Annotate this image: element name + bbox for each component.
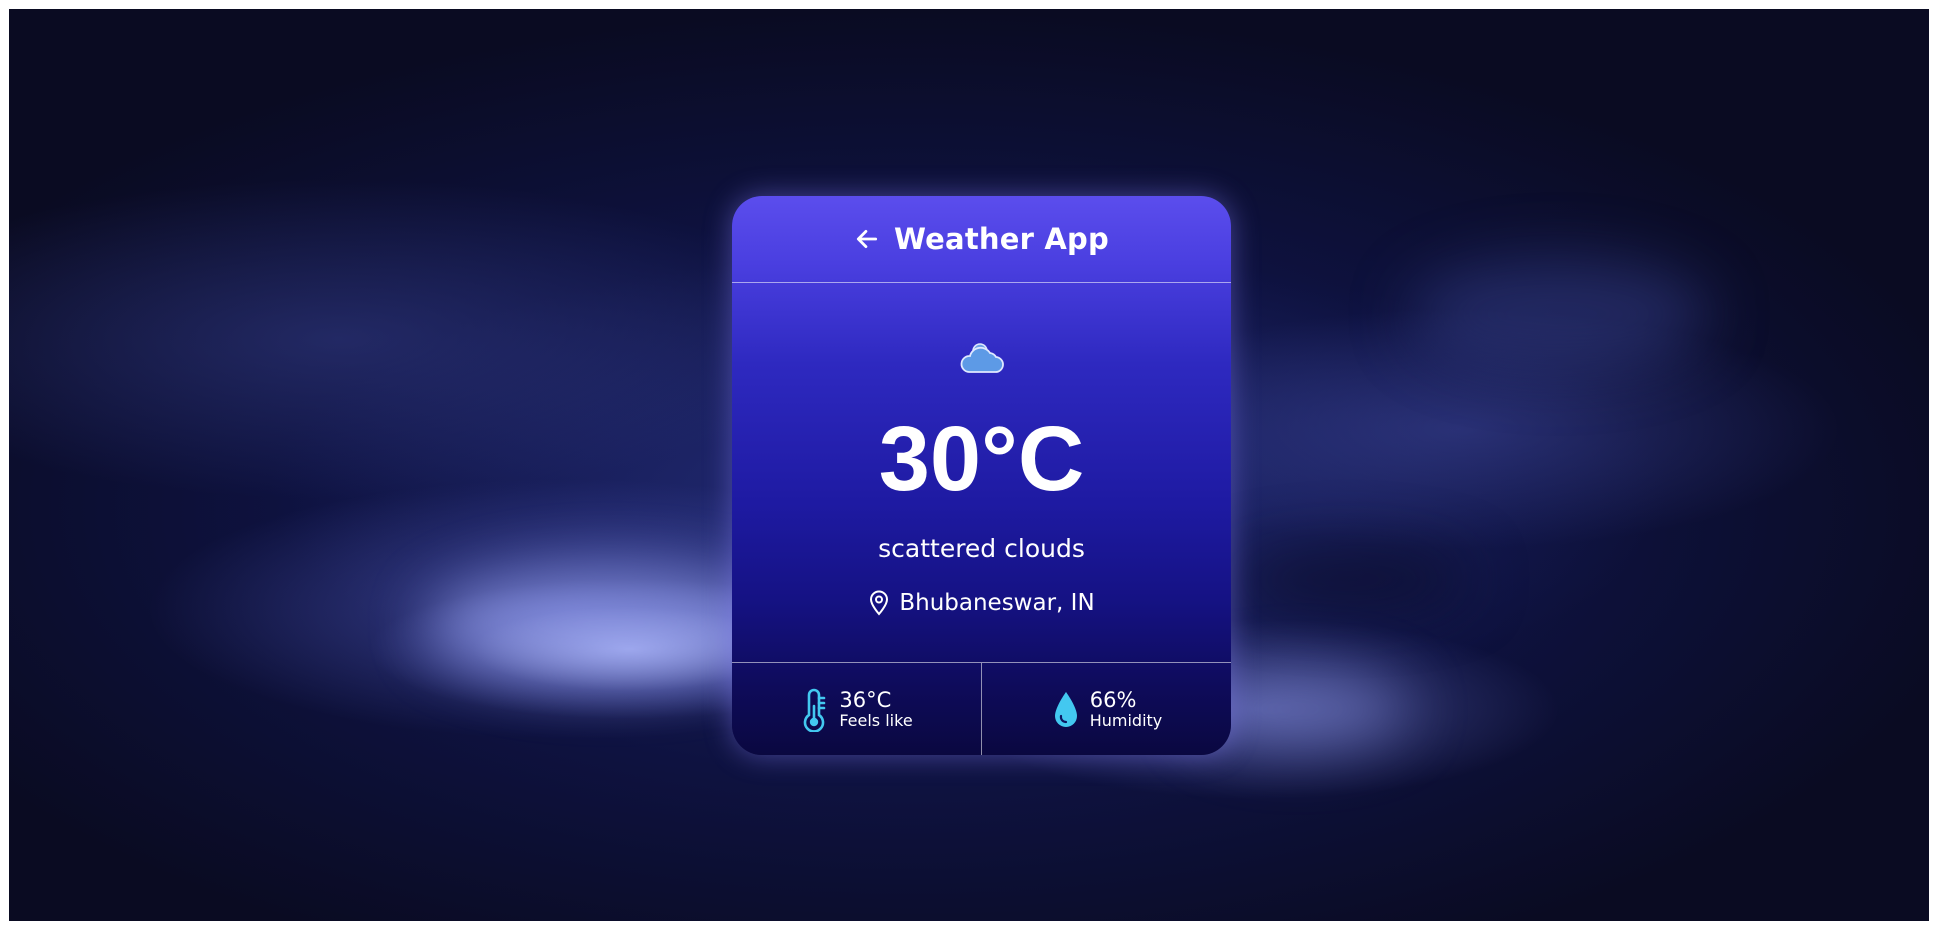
stormy-sky-background: Weather App 30°C scattered clouds Bhuban… xyxy=(9,9,1929,921)
weather-stats: 36°C Feels like 66% Humidity xyxy=(732,662,1231,755)
map-pin-icon xyxy=(868,590,890,616)
feels-like-value: 36°C xyxy=(839,687,892,712)
humidity-value: 66% xyxy=(1089,687,1137,712)
dark-cloud xyxy=(1229,549,1469,609)
feels-like-label: Feels like xyxy=(839,710,913,730)
app-title: Weather App xyxy=(894,222,1109,256)
feels-like-stat: 36°C Feels like xyxy=(732,663,981,755)
arrow-left-icon[interactable] xyxy=(854,226,880,252)
card-header: Weather App xyxy=(732,196,1231,283)
temperature-value: 30°C xyxy=(878,408,1085,510)
cloud-icon xyxy=(959,336,1005,378)
humidity-stat: 66% Humidity xyxy=(981,663,1231,755)
droplet-icon xyxy=(1051,688,1081,732)
thermometer-icon xyxy=(800,688,830,732)
humidity-label: Humidity xyxy=(1089,710,1163,730)
cloud-glow xyxy=(1409,259,1709,369)
location-name: Bhubaneswar, IN xyxy=(899,590,1095,616)
weather-description: scattered clouds xyxy=(878,534,1085,563)
location: Bhubaneswar, IN xyxy=(732,588,1231,618)
weather-card: Weather App 30°C scattered clouds Bhuban… xyxy=(732,196,1231,755)
